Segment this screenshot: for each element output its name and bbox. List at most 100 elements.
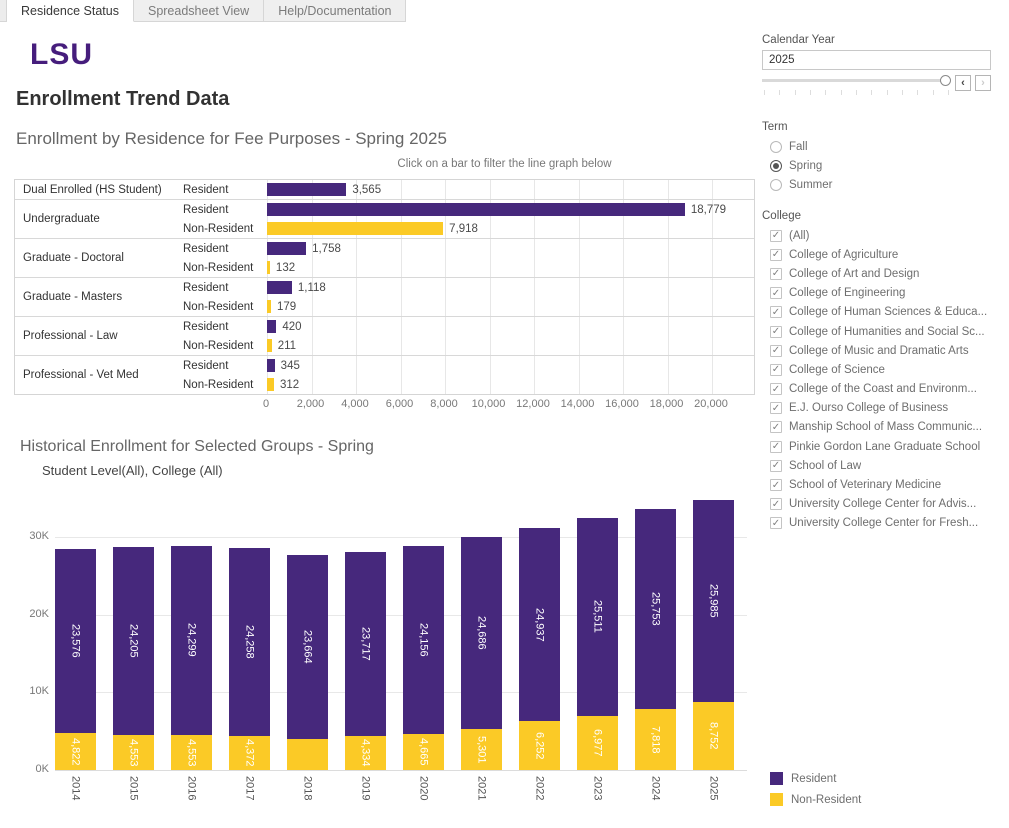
checkbox[interactable]: ✓ [770,345,782,357]
checkbox[interactable]: ✓ [770,460,782,472]
bar-professional-vet-med-resident[interactable] [267,359,275,372]
checkbox[interactable]: ✓ [770,421,782,433]
college-option-e-j-ourso-college-of-business[interactable]: ✓E.J. Ourso College of Business [762,399,991,418]
checkbox[interactable]: ✓ [770,441,782,453]
chevron-left-icon: ‹ [961,77,965,89]
college-option-pinkie-gordon-lane-graduate-school[interactable]: ✓Pinkie Gordon Lane Graduate School [762,437,991,456]
chevron-right-icon: › [981,77,985,89]
checkbox[interactable]: ✓ [770,383,782,395]
bar-professional-vet-med-non-resident[interactable] [267,378,274,391]
term-label: Term [762,121,991,133]
non-resident-segment-2014[interactable]: 4,822 [55,733,96,770]
resident-segment-2015[interactable]: 24,205 [113,547,154,735]
college-option-school-of-law[interactable]: ✓School of Law [762,456,991,475]
stacked-bar-2014: 23,5764,822 [55,549,96,770]
non-resident-segment-2023[interactable]: 6,977 [577,716,618,770]
bar-graduate-masters-non-resident[interactable] [267,300,271,313]
previous-year-button[interactable]: ‹ [955,75,971,91]
resident-segment-2017[interactable]: 24,258 [229,548,270,736]
series-label: Resident [183,243,267,255]
checkbox[interactable]: ✓ [770,268,782,280]
legend-item-non-resident[interactable]: Non-Resident [770,789,991,810]
bar-graduate-doctoral-non-resident[interactable] [267,261,270,274]
college-option-university-college-center-for-fresh[interactable]: ✓University College Center for Fresh... [762,514,991,533]
resident-segment-2020[interactable]: 24,156 [403,546,444,734]
non-resident-segment-2019[interactable]: 4,334 [345,736,386,770]
college-option-college-of-engineering[interactable]: ✓College of Engineering [762,284,991,303]
college-option-all[interactable]: ✓(All) [762,226,991,245]
non-resident-segment-2025[interactable]: 8,752 [693,702,734,770]
non-resident-segment-2016[interactable]: 4,553 [171,735,212,770]
non-resident-segment-2020[interactable]: 4,665 [403,734,444,770]
bar-undergraduate-non-resident[interactable] [267,222,443,235]
non-resident-segment-2024[interactable]: 7,818 [635,709,676,770]
term-option-summer[interactable]: Summer [762,175,991,194]
college-option-college-of-music-and-dramatic-arts[interactable]: ✓College of Music and Dramatic Arts [762,341,991,360]
stacked-bar-2019: 23,717 4,334 [345,552,386,770]
checkbox[interactable]: ✓ [770,517,782,529]
checkbox[interactable]: ✓ [770,326,782,338]
college-option-school-of-veterinary-medicine[interactable]: ✓School of Veterinary Medicine [762,475,991,494]
slider-handle[interactable] [940,75,951,86]
college-option-college-of-science[interactable]: ✓ College of Science [762,360,991,379]
resident-segment-2016[interactable]: 24,299 [171,546,212,735]
resident-segment-2018[interactable]: 23,664 [287,555,328,739]
bar-professional-law-non-resident[interactable] [267,339,272,352]
legend-item-resident[interactable]: Resident [770,768,991,789]
non-resident-segment-2018[interactable] [287,739,328,770]
category-group-graduate-doctoral: Graduate - DoctoralResident1,758Non-Resi… [15,238,754,277]
checkbox[interactable]: ✓ [770,249,782,261]
radio-button[interactable] [770,179,782,191]
slider-track[interactable] [762,79,945,82]
segment-value-label: 4,372 [244,739,256,767]
college-option-college-of-human-sciences-educa[interactable]: ✓College of Human Sciences & Educa... [762,303,991,322]
category-label: Graduate - Masters [15,278,183,316]
non-resident-segment-2022[interactable]: 6,252 [519,721,560,770]
checkbox[interactable]: ✓ [770,498,782,510]
checkbox[interactable]: ✓ [770,230,782,242]
checkbox[interactable]: ✓ [770,402,782,414]
resident-segment-2023[interactable]: 25,511 [577,518,618,716]
non-resident-segment-2015[interactable]: 4,553 [113,735,154,770]
college-option-manship-school-of-mass-communic[interactable]: ✓ Manship School of Mass Communic... [762,418,991,437]
college-option-college-of-art-and-design[interactable]: ✓College of Art and Design [762,264,991,283]
next-year-button[interactable]: › [975,75,991,91]
radio-dot-icon [773,163,779,169]
x-tick-label: 2,000 [297,398,325,410]
resident-segment-2025[interactable]: 25,985 [693,500,734,702]
college-option-university-college-center-for-advis[interactable]: ✓University College Center for Advis... [762,495,991,514]
college-option-college-of-the-coast-and-environm[interactable]: ✓College of the Coast and Environm... [762,380,991,399]
checkbox[interactable]: ✓ [770,479,782,491]
resident-segment-2022[interactable]: 24,937 [519,528,560,722]
college-option-label: Manship School of Mass Communic... [789,421,982,433]
bar-graduate-masters-resident[interactable] [267,281,292,294]
checkbox[interactable]: ✓ [770,287,782,299]
residence-chart-body: Dual Enrolled (HS Student)Resident3,565U… [15,180,754,394]
term-option-fall[interactable]: Fall [762,137,991,156]
term-option-spring[interactable]: Spring [762,156,991,175]
tab-spreadsheet-view[interactable]: Spreadsheet View [134,0,264,22]
bar-undergraduate-resident[interactable] [267,203,685,216]
resident-segment-2019[interactable]: 23,717 [345,552,386,736]
checkbox[interactable]: ✓ [770,364,782,376]
checkbox[interactable]: ✓ [770,306,782,318]
segment-value-label: 4,334 [360,739,372,767]
non-resident-segment-2017[interactable]: 4,372 [229,736,270,770]
radio-button[interactable] [770,141,782,153]
tab-residence-status[interactable]: Residence Status [7,0,134,22]
calendar-year-input[interactable] [762,50,991,70]
year-label-2024: 2024 [635,776,676,800]
college-option-college-of-humanities-and-social-sc[interactable]: ✓College of Humanities and Social Sc... [762,322,991,341]
resident-segment-2021[interactable]: 24,686 [461,537,502,729]
tab-help-documentation[interactable]: Help/Documentation [264,0,406,22]
radio-button[interactable] [770,160,782,172]
bar-dual-enrolled-hs-student-resident[interactable] [267,183,346,196]
non-resident-segment-2021[interactable]: 5,301 [461,729,502,770]
college-option-college-of-agriculture[interactable]: ✓College of Agriculture [762,245,991,264]
bar-graduate-doctoral-resident[interactable] [267,242,306,255]
bar-professional-law-resident[interactable] [267,320,276,333]
college-option-label: College of Science [789,364,885,376]
term-option-label: Spring [789,160,822,172]
resident-segment-2024[interactable]: 25,753 [635,509,676,709]
resident-segment-2014[interactable]: 23,576 [55,549,96,732]
